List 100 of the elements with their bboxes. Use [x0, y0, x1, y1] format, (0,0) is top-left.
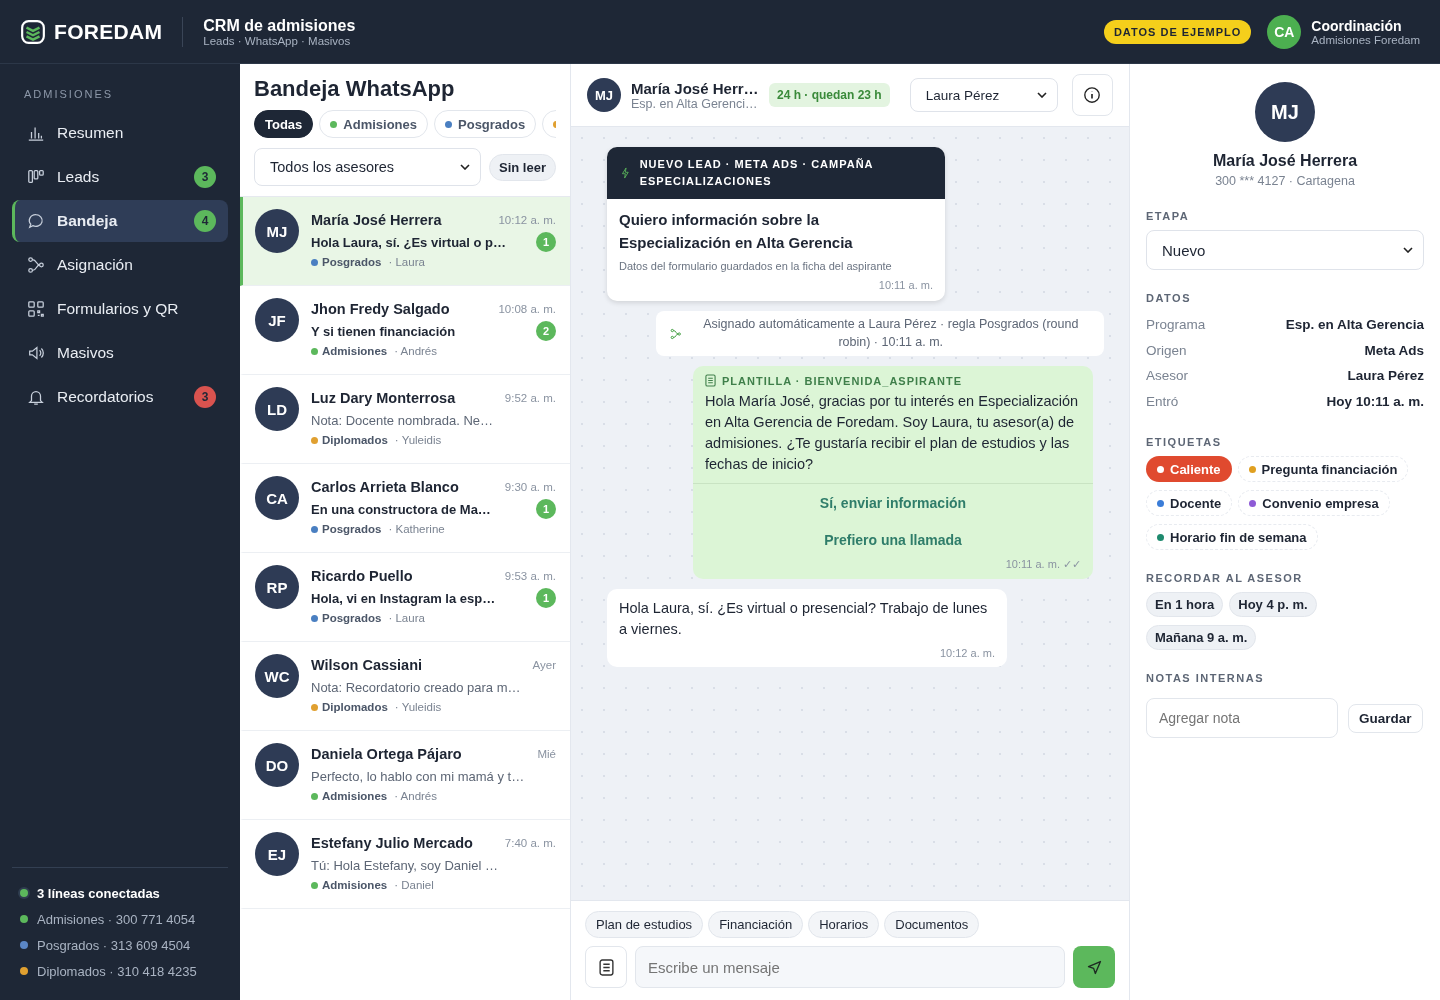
demo-badge: DATOS DE EJEMPLO — [1103, 19, 1252, 44]
message-preview: Y si tienen financiación — [311, 323, 456, 339]
chevron-down-icon — [1036, 92, 1047, 98]
user-name: Coordinación — [1311, 17, 1403, 34]
nav-item[interactable]: Resumen — [12, 112, 228, 154]
line-label: Admisiones · 300 771 4054 — [37, 911, 196, 927]
line-label: Diplomados · 310 418 4235 — [37, 963, 197, 979]
grid-icon — [27, 300, 45, 318]
advisor-label: · Yuleidis — [394, 434, 442, 446]
conversation-item[interactable]: EJ Estefany Julio Mercado 7:40 a. m. Tú: Hola Estefany, soy Daniel … Admisiones · Daniel — [240, 820, 570, 909]
contact-name: María José Herrera — [1212, 152, 1358, 170]
message-time: 10:12 a. m. — [498, 214, 556, 226]
quick-reply-chip[interactable]: Documentos — [884, 911, 980, 938]
contact-name: Luz Dary Monterrosa — [311, 390, 456, 406]
conversation-item[interactable]: DO Daniela Ortega Pájaro Mié Perfecto, lo hablo con mi mamá y t… Admisiones · Andrés — [240, 731, 570, 820]
document-icon — [598, 958, 614, 976]
program-label: Posgrados — [322, 612, 382, 624]
save-button[interactable]: Guardar — [1348, 703, 1423, 733]
program-label: Admisiones — [322, 879, 388, 891]
conversation-item[interactable]: LD Luz Dary Monterrosa 9:52 a. m. Nota: Docente nombrada. Ne… Diplomados · Yuleidis — [240, 375, 570, 464]
brand-name: FOREDAM — [54, 19, 163, 44]
section-label: ETIQUETAS — [1146, 436, 1223, 448]
contact-program: Esp. en Alta Gerenci… — [631, 96, 759, 111]
tag-chip[interactable]: Caliente — [1146, 456, 1232, 482]
nav-item[interactable]: Leads 3 — [12, 156, 228, 198]
columns-icon — [27, 168, 45, 186]
message-preview: Nota: Docente nombrada. Ne… — [311, 412, 494, 428]
contact-name: Carlos Arrieta Blanco — [311, 479, 459, 495]
quick-reply-button[interactable]: Prefiero una llamada — [693, 521, 1093, 559]
conversation-item[interactable]: RP Ricardo Puello 9:53 a. m. Hola, vi en Instagram la esp… 1 Posgrados · Laura — [240, 553, 570, 642]
quick-reply-chip[interactable]: Financiación — [708, 911, 804, 938]
conversation-item[interactable]: JF Jhon Fredy Salgado 10:08 a. m. Y si tienen financiación 2 Admisiones · Andrés — [240, 286, 570, 375]
avatar: WC — [255, 654, 299, 698]
field-label: Asesor — [1146, 368, 1189, 384]
note-input[interactable]: Agregar nota — [1146, 698, 1338, 738]
advisor-select[interactable]: Laura Pérez — [909, 78, 1058, 112]
message-preview: En una constructora de Ma… — [311, 501, 491, 517]
nav-item[interactable]: Masivos — [12, 332, 228, 374]
advisor-label: · Laura — [388, 256, 425, 268]
send-button[interactable] — [1073, 946, 1115, 988]
contact-name: Ricardo Puello — [311, 568, 413, 584]
nav-item[interactable]: Bandeja 4 — [12, 200, 228, 242]
unread-filter-button[interactable]: Sin leer — [489, 153, 556, 181]
advisor-label: · Andrés — [394, 790, 437, 802]
program-label: Posgrados — [322, 523, 382, 535]
conversation-item[interactable]: CA Carlos Arrieta Blanco 9:30 a. m. En una constructora de Ma… 1 Posgrados · Katherine — [240, 464, 570, 553]
message-time: 10:11 a. m. — [877, 279, 933, 292]
conversation-item[interactable]: WC Wilson Cassiani Ayer Nota: Recordatorio creado para m… Diplomados · Yuleidis — [240, 642, 570, 731]
reminder-chip[interactable]: Hoy 4 p. m. — [1229, 592, 1317, 617]
advisor-select[interactable]: Todos los asesores — [254, 148, 482, 186]
nav-item[interactable]: Asignación — [12, 244, 228, 286]
lead-note: Datos del formulario guardados en la ficha del aspirante — [619, 260, 893, 273]
message-input[interactable]: Escribe un mensaje — [635, 946, 1065, 988]
status-dot — [20, 889, 28, 897]
message-time: 9:52 a. m. — [504, 392, 556, 404]
nav-item[interactable]: Formularios y QR — [12, 288, 228, 330]
inbox-title: Bandeja WhatsApp — [254, 76, 456, 102]
info-icon — [1083, 86, 1102, 104]
connection-status: 3 líneas conectadas — [37, 885, 160, 901]
avatar: LD — [255, 387, 299, 431]
message-preview: Tú: Hola Estefany, soy Daniel … — [311, 857, 498, 873]
message-time: Mié — [537, 748, 556, 760]
filter-chip[interactable]: Todas — [254, 110, 314, 138]
field-value: Hoy 10:11 a. m. — [1326, 393, 1424, 409]
section-label: RECORDAR AL ASESOR — [1146, 572, 1304, 584]
advisor-label: · Yuleidis — [394, 701, 442, 713]
avatar: MJ — [587, 78, 621, 112]
count-badge: 3 — [194, 386, 216, 408]
avatar: MJ — [255, 209, 299, 253]
chevron-down-icon — [1403, 247, 1413, 253]
reminder-chip[interactable]: Mañana 9 a. m. — [1146, 625, 1257, 650]
field-value: Laura Pérez — [1347, 368, 1424, 384]
quick-reply-chip[interactable]: Plan de estudios — [585, 911, 704, 938]
template-name: PLANTILLA · BIENVENIDA_ASPIRANTE — [722, 374, 962, 387]
message-preview: Hola, vi en Instagram la esp… — [311, 590, 496, 606]
send-icon — [1085, 958, 1103, 976]
quick-reply-button[interactable]: Sí, enviar información — [693, 484, 1093, 522]
speaker-icon — [27, 344, 45, 362]
advisor-label: · Katherine — [388, 523, 445, 535]
program-label: Admisiones — [322, 345, 388, 357]
reminder-chip[interactable]: En 1 hora — [1146, 592, 1224, 617]
field-label: Programa — [1146, 317, 1206, 333]
field-value: Meta Ads — [1364, 342, 1424, 358]
count-badge: 3 — [194, 166, 216, 188]
field-label: Entró — [1146, 393, 1179, 409]
info-button[interactable] — [1071, 74, 1113, 116]
contact-name: Estefany Julio Mercado — [311, 835, 473, 851]
contact-phone: 300 *** 4127 · Cartagena — [1215, 174, 1355, 188]
stage-select[interactable]: Nuevo — [1146, 230, 1424, 270]
unread-badge: 2 — [536, 321, 556, 341]
lead-source: NUEVO LEAD · META ADS · CAMPAÑA ESPECIALIZACIONES — [639, 157, 875, 190]
conversation-item[interactable]: MJ María José Herrera 10:12 a. m. Hola Laura, sí. ¿Es virtual o p… 1 Posgrados · Laura — [240, 197, 570, 286]
chat-icon — [27, 212, 45, 230]
template-button[interactable] — [585, 946, 627, 988]
program-label: Diplomados — [322, 701, 388, 713]
message-time: 10:08 a. m. — [498, 303, 556, 315]
quick-reply-chip[interactable]: Horarios — [808, 911, 880, 938]
nav-item[interactable]: Recordatorios 3 — [12, 376, 228, 418]
message-text: Hola María José, gracias por tu interés en Especialización en Alta Gerencia de Foredam. Soy Laura, tu asesor(a) de admisiones. ¿Te gustaría recibir el plan de estudios y las fechas de inicio? — [705, 392, 1080, 475]
contact-name: Daniela Ortega Pájaro — [311, 746, 462, 762]
